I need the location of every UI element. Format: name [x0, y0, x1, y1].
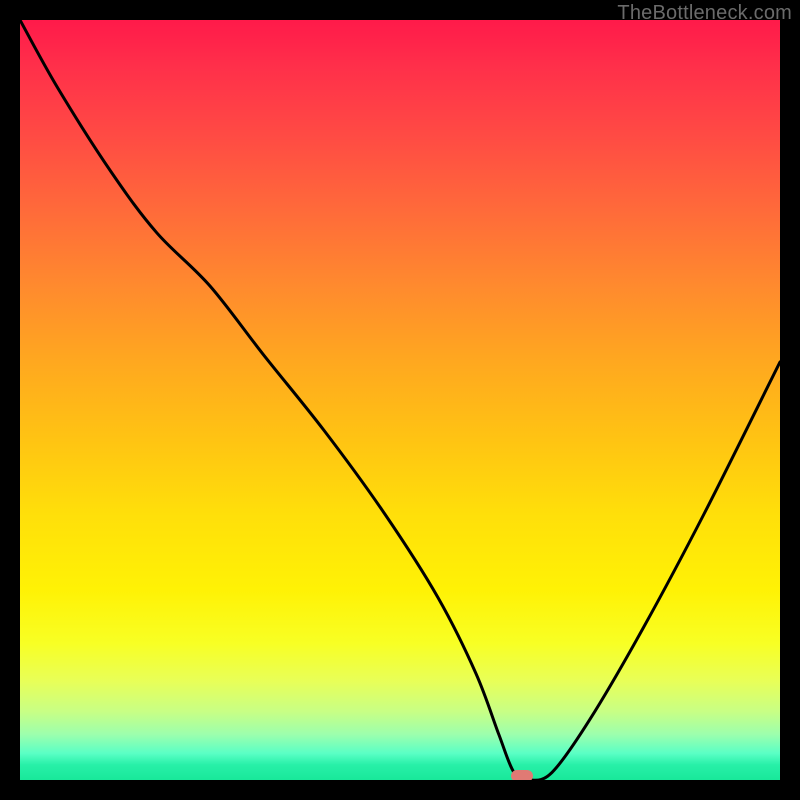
bottleneck-curve [20, 20, 780, 780]
plot-area [20, 20, 780, 780]
optimal-marker-icon [511, 770, 533, 780]
chart-frame: TheBottleneck.com [0, 0, 800, 800]
watermark-label: TheBottleneck.com [617, 2, 792, 25]
